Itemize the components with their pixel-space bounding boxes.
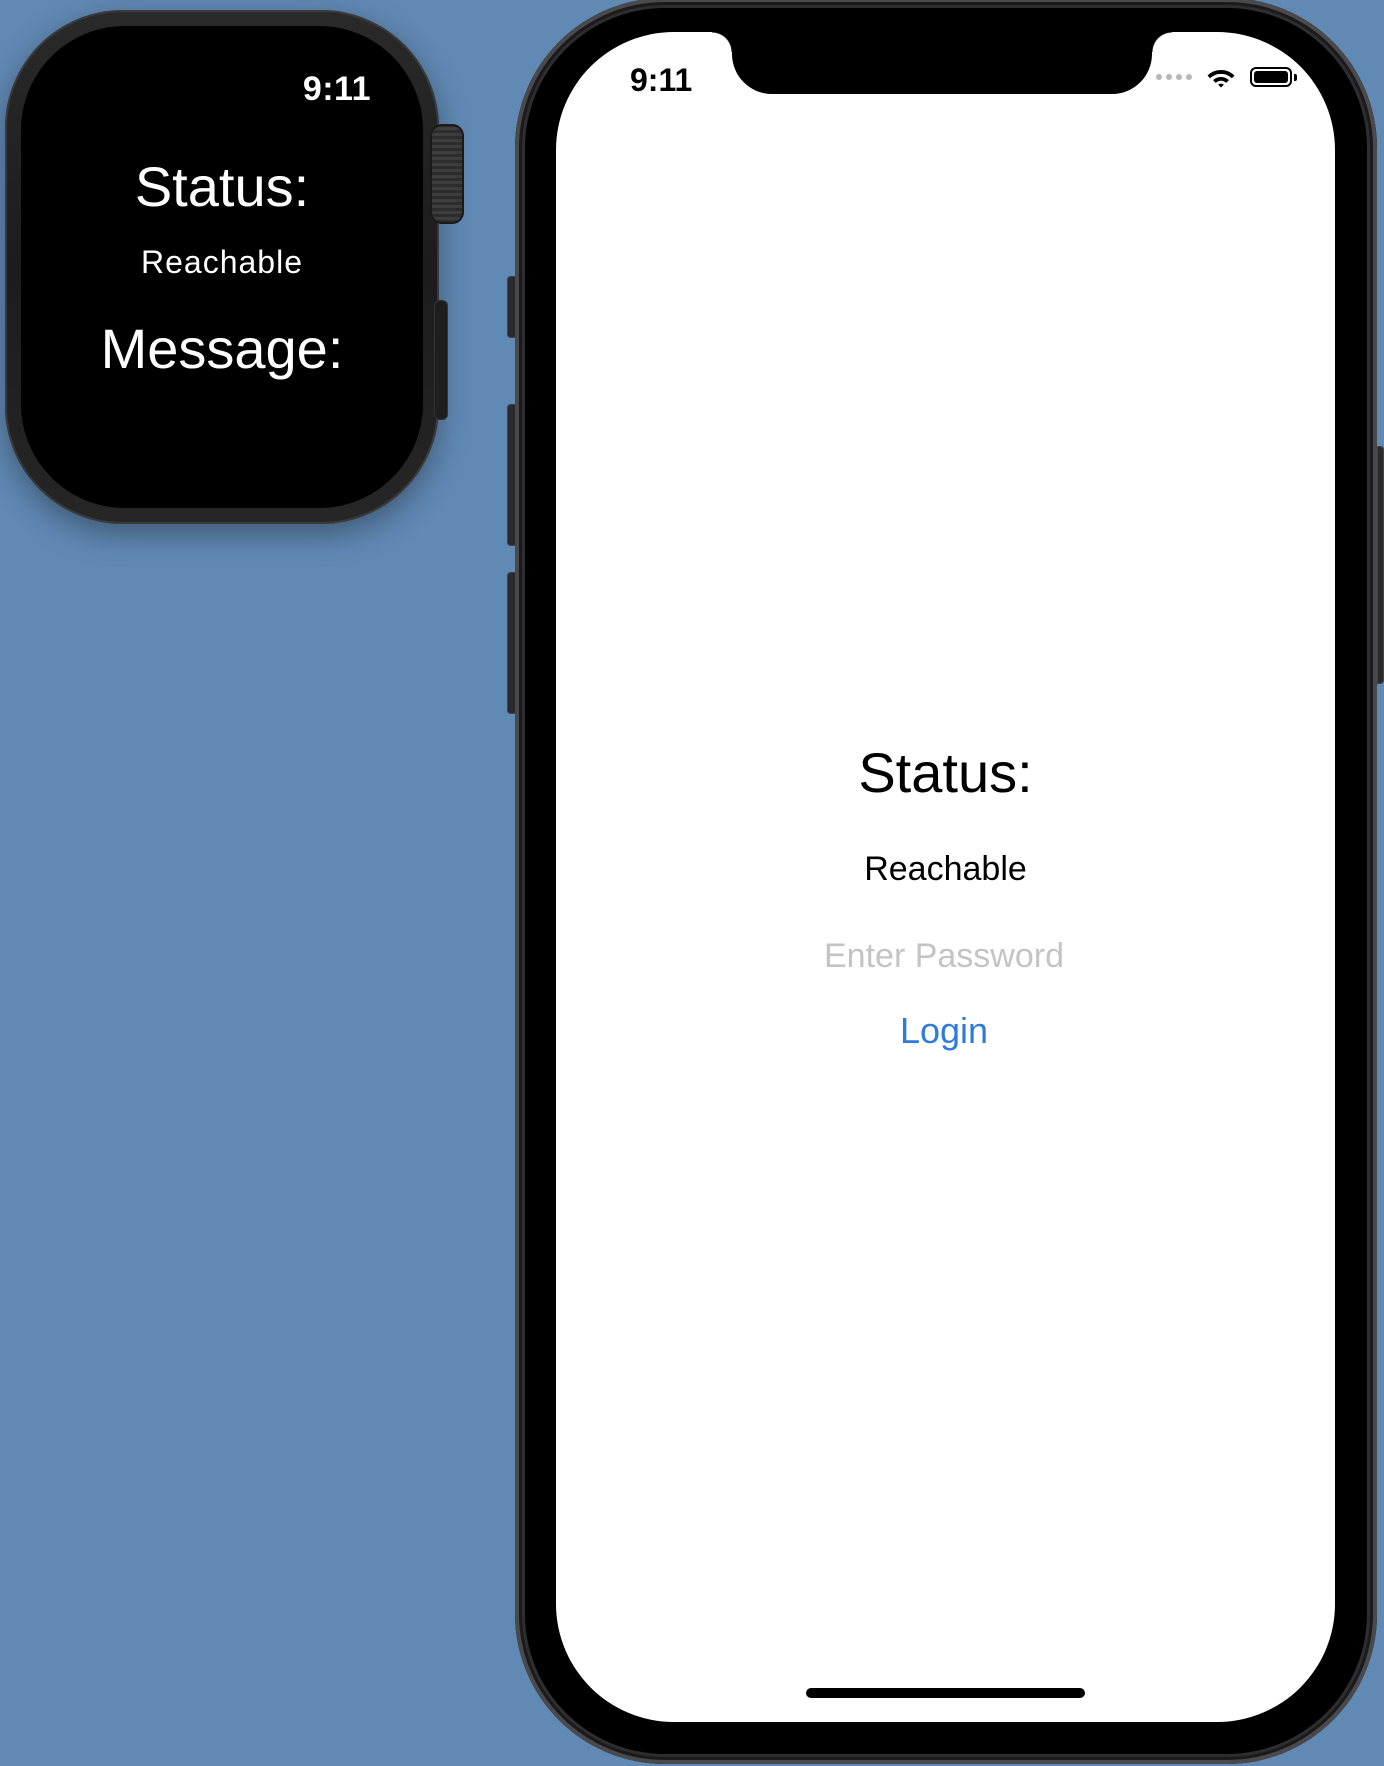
phone-screen: 9:11 Status: Reachable Login xyxy=(556,32,1335,1722)
battery-icon xyxy=(1250,67,1297,87)
digital-crown[interactable] xyxy=(430,124,464,224)
wifi-icon xyxy=(1207,70,1235,88)
watch-screen: 9:11 Status: Reachable Message: xyxy=(21,26,423,508)
phone-clock: 9:11 xyxy=(630,62,693,98)
watch-message-label: Message: xyxy=(100,317,344,380)
phone-status-label: Status: xyxy=(858,741,1033,804)
watch-status-label: Status: xyxy=(134,155,310,218)
login-button[interactable]: Login xyxy=(844,1006,1044,1056)
cellular-signal-icon xyxy=(1156,74,1192,80)
notch xyxy=(712,32,1172,94)
watch-side-button[interactable] xyxy=(434,300,448,420)
watch-status-value: Reachable xyxy=(141,244,303,280)
iphone-simulator: 9:11 Status: Reachable Login xyxy=(515,0,1377,1764)
status-bar-icons xyxy=(1156,66,1297,88)
watch-clock: 9:11 xyxy=(302,70,371,108)
home-indicator[interactable] xyxy=(806,1688,1085,1698)
apple-watch-simulator: 9:11 Status: Reachable Message: xyxy=(5,10,464,524)
password-field[interactable] xyxy=(744,932,1144,980)
power-button[interactable] xyxy=(1377,446,1384,684)
phone-status-value: Reachable xyxy=(864,850,1027,888)
